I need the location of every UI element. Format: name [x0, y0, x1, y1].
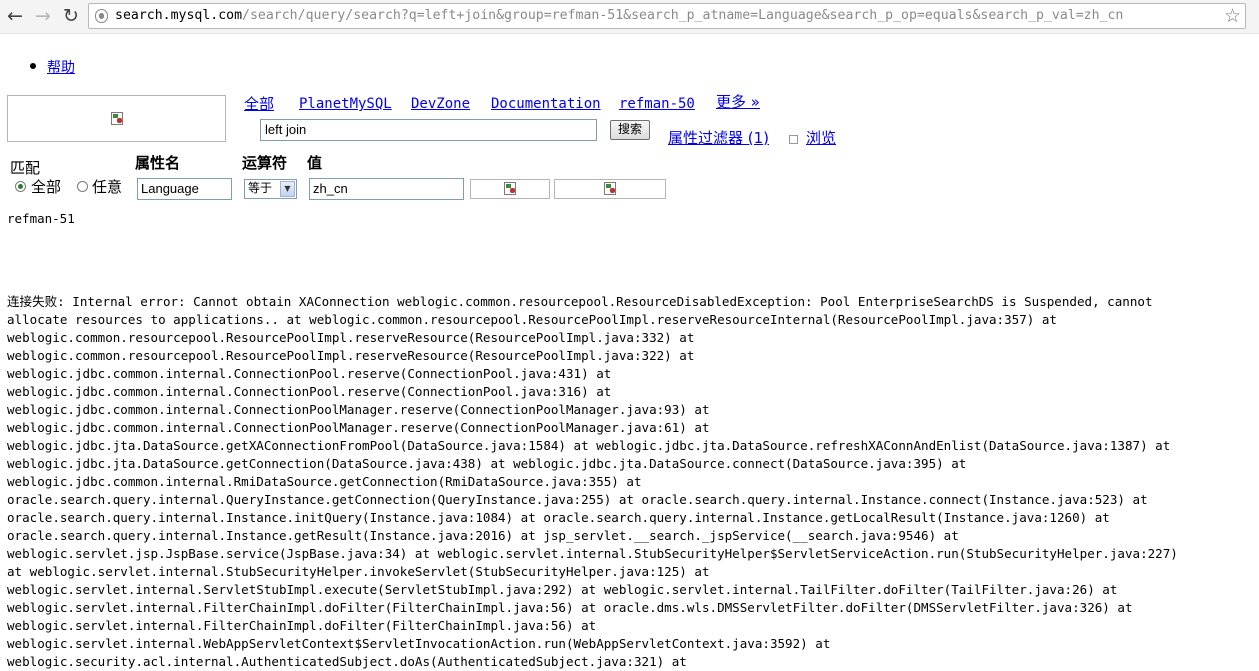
logo[interactable]	[7, 95, 226, 142]
value-header: 值	[307, 154, 323, 172]
search-input[interactable]: left join	[260, 119, 597, 141]
broken-image-icon	[504, 182, 516, 195]
error-line: weblogic.jdbc.common.internal.Connection…	[7, 384, 612, 399]
error-message: 连接失败: Internal error: Cannot obtain XACo…	[7, 293, 1178, 671]
error-line: weblogic.servlet.internal.FilterChainImp…	[7, 600, 1133, 615]
match-any-label: 任意	[92, 178, 123, 196]
tab-more[interactable]: 更多 »	[716, 92, 760, 112]
error-line: weblogic.servlet.internal.WebAppServletC…	[7, 636, 831, 651]
forward-arrow-icon[interactable]: →	[32, 5, 54, 27]
error-line: weblogic.jdbc.jta.DataSource.getXAConnec…	[7, 438, 1171, 453]
error-line: weblogic.common.resourcepool.ResourcePoo…	[7, 330, 695, 345]
browse-link[interactable]: 浏览	[806, 128, 836, 148]
tab-refman-50[interactable]: refman-50	[619, 94, 695, 114]
match-all-radio[interactable]	[15, 181, 26, 192]
error-line: allocate resources to applications.. at …	[7, 312, 1057, 327]
error-line: weblogic.jdbc.common.internal.Connection…	[7, 366, 612, 381]
error-line: weblogic.common.resourcepool.ResourcePoo…	[7, 348, 695, 363]
error-line: weblogic.security.acl.internal.Authentic…	[7, 654, 687, 669]
error-line: weblogic.servlet.jsp.JspBase.service(Jsp…	[7, 546, 1178, 561]
tab-documentation[interactable]: Documentation	[491, 94, 601, 114]
error-line: weblogic.jdbc.common.internal.Connection…	[7, 420, 710, 435]
filter-checkbox[interactable]	[789, 135, 798, 144]
chevron-down-icon: ▼	[280, 181, 295, 197]
tab-all[interactable]: 全部	[244, 94, 274, 114]
error-line: weblogic.jdbc.common.internal.Connection…	[7, 402, 710, 417]
reload-icon[interactable]: ↻	[60, 5, 82, 27]
error-line: weblogic.jdbc.jta.DataSource.getConnecti…	[7, 456, 967, 471]
attr-name-header: 属性名	[135, 154, 181, 172]
operator-selected: 等于	[248, 181, 273, 195]
error-line: weblogic.servlet.internal.FilterChainImp…	[7, 618, 597, 633]
url-host: search.mysql.com	[115, 8, 243, 23]
back-arrow-icon[interactable]: ←	[4, 5, 26, 27]
broken-image-icon	[111, 112, 123, 125]
remove-filter-button[interactable]	[554, 179, 666, 199]
group-label: refman-51	[7, 211, 75, 226]
match-any-radio[interactable]	[77, 181, 88, 192]
address-bar[interactable]: search.mysql.com/search/query/search?q=l…	[88, 3, 1246, 29]
error-line: at weblogic.servlet.internal.StubSecurit…	[7, 564, 710, 579]
match-label: 匹配	[10, 159, 41, 177]
attr-name-input[interactable]: Language	[137, 178, 232, 200]
error-line: weblogic.servlet.internal.ServletStubImp…	[7, 582, 1118, 597]
attribute-filter-link[interactable]: 属性过滤器 (1)	[668, 128, 769, 148]
page-icon	[95, 9, 108, 23]
value-input[interactable]: zh_cn	[309, 178, 464, 200]
tab-planetmysql[interactable]: PlanetMySQL	[299, 94, 392, 114]
operator-select[interactable]: 等于 ▼	[244, 179, 297, 199]
add-filter-button[interactable]	[470, 179, 550, 199]
error-line: 连接失败: Internal error: Cannot obtain XACo…	[7, 294, 1153, 309]
help-list: 帮助	[30, 58, 75, 78]
url-path: /search/query/search?q=left+join&group=r…	[242, 8, 1124, 23]
search-button[interactable]: 搜索	[610, 120, 650, 140]
tab-devzone[interactable]: DevZone	[411, 94, 470, 114]
browser-toolbar: ← → ↻ search.mysql.com/search/query/sear…	[0, 0, 1259, 34]
error-line: oracle.search.query.internal.QueryInstan…	[7, 492, 1148, 507]
broken-image-icon	[604, 182, 616, 195]
operator-header: 运算符	[242, 154, 288, 172]
match-all-label: 全部	[31, 178, 62, 196]
help-link[interactable]: 帮助	[47, 60, 75, 76]
help-item: 帮助	[30, 58, 75, 78]
error-line: oracle.search.query.internal.Instance.in…	[7, 510, 1110, 525]
star-icon[interactable]: ☆	[1224, 5, 1241, 27]
error-line: weblogic.jdbc.common.internal.RmiDataSou…	[7, 474, 642, 489]
error-line: oracle.search.query.internal.Instance.ge…	[7, 528, 959, 543]
url-text[interactable]: search.mysql.com/search/query/search?q=l…	[115, 8, 1123, 24]
